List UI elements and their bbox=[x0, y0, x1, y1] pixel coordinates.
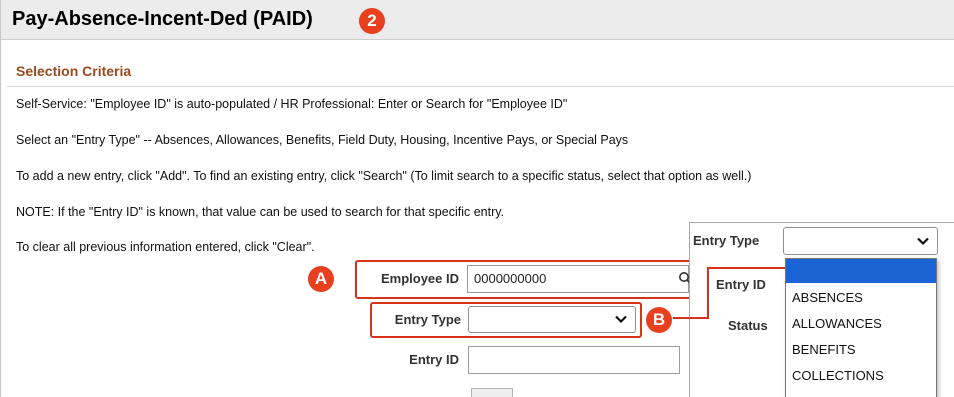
entry-type-select[interactable] bbox=[468, 306, 636, 333]
instruction-line: Self-Service: "Employee ID" is auto-popu… bbox=[16, 97, 568, 111]
entry-type-options-list: ABSENCES ALLOWANCES BENEFITS COLLECTIONS bbox=[785, 258, 937, 397]
instruction-line: NOTE: If the "Entry ID" is known, that v… bbox=[16, 205, 505, 219]
employee-id-input[interactable]: 0000000000 bbox=[467, 265, 689, 293]
page-header: Pay-Absence-Incent-Ded (PAID) bbox=[1, 0, 954, 40]
entry-id-label: Entry ID bbox=[409, 352, 459, 367]
instruction-line: Select an "Entry Type" -- Absences, Allo… bbox=[16, 133, 629, 147]
dropdown-option-blank[interactable] bbox=[786, 259, 936, 283]
instruction-line: To add a new entry, click "Add". To find… bbox=[16, 169, 752, 183]
dropdown-option-benefits[interactable]: BENEFITS bbox=[786, 337, 936, 363]
employee-id-label: Employee ID bbox=[380, 271, 459, 286]
entry-id-input[interactable] bbox=[468, 346, 680, 374]
panel-entry-type-select[interactable] bbox=[783, 227, 938, 255]
page-title: Pay-Absence-Incent-Ded (PAID) bbox=[12, 8, 313, 30]
chevron-down-icon bbox=[917, 237, 929, 246]
step-badge: 2 bbox=[359, 8, 385, 34]
panel-entry-type-label: Entry Type bbox=[693, 233, 760, 248]
status-select-partial[interactable] bbox=[471, 388, 513, 397]
section-divider bbox=[7, 86, 954, 87]
section-title: Selection Criteria bbox=[16, 63, 132, 79]
callout-badge-a: A bbox=[308, 266, 334, 292]
instruction-line: To clear all previous information entere… bbox=[16, 240, 315, 254]
callout-connector bbox=[673, 267, 785, 319]
dropdown-option-collections[interactable]: COLLECTIONS bbox=[786, 363, 936, 389]
entry-type-label: Entry Type bbox=[394, 312, 461, 327]
page-frame: Pay-Absence-Incent-Ded (PAID) 2 Selectio… bbox=[0, 0, 954, 397]
dropdown-option-absences[interactable]: ABSENCES bbox=[786, 285, 936, 311]
dropdown-option-allowances[interactable]: ALLOWANCES bbox=[786, 311, 936, 337]
chevron-down-icon bbox=[615, 315, 627, 324]
